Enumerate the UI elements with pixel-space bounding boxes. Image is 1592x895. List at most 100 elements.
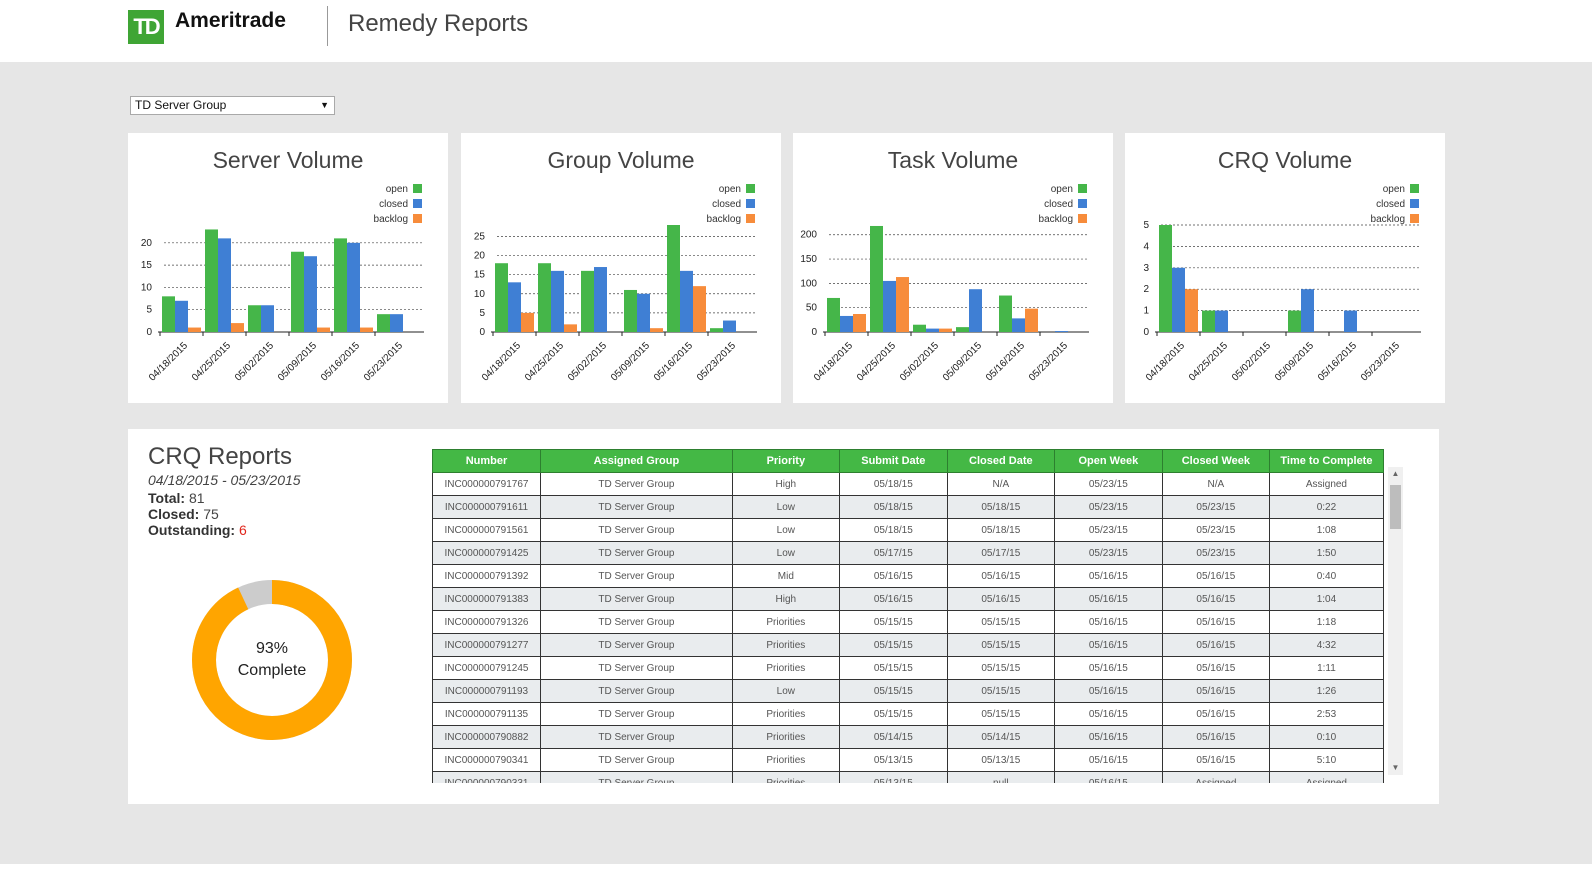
- table-row[interactable]: INC000000790341 TD Server Group Priorities…: [432, 748, 1385, 772]
- table-cell: TD Server Group: [540, 702, 733, 726]
- bar-backlog[interactable]: [1025, 308, 1038, 332]
- bar-backlog[interactable]: [1185, 289, 1198, 332]
- column-header[interactable]: Closed Date: [946, 449, 1055, 473]
- table-row[interactable]: INC000000790882 TD Server Group Priorities…: [432, 725, 1385, 749]
- bar-backlog[interactable]: [650, 328, 663, 332]
- bar-open[interactable]: [291, 251, 304, 332]
- bar-open[interactable]: [377, 314, 390, 332]
- table-cell: 05/16/15: [838, 564, 948, 588]
- bar-closed[interactable]: [551, 270, 564, 332]
- bar-closed[interactable]: [1055, 331, 1068, 332]
- table-row[interactable]: INC000000791135 TD Server Group Priorities…: [432, 702, 1385, 726]
- column-header[interactable]: Open Week: [1053, 449, 1163, 473]
- legend-label: open: [719, 184, 741, 195]
- bar-open[interactable]: [334, 238, 347, 332]
- legend-label: open: [1383, 184, 1405, 195]
- bar-backlog[interactable]: [521, 312, 534, 332]
- table-row[interactable]: INC000000790331 TD Server Group Priorities…: [432, 771, 1385, 783]
- bar-closed[interactable]: [1301, 289, 1314, 332]
- bar-closed[interactable]: [175, 300, 188, 332]
- y-tick-label: 2: [1143, 284, 1149, 295]
- column-header[interactable]: Time to Complete: [1268, 449, 1385, 473]
- bar-closed[interactable]: [1172, 267, 1185, 332]
- bar-backlog[interactable]: [231, 323, 244, 332]
- table-row[interactable]: INC000000791392 TD Server Group Mid 05/16/1…: [432, 564, 1385, 588]
- bar-closed[interactable]: [594, 267, 607, 332]
- bar-backlog[interactable]: [188, 327, 201, 332]
- column-header[interactable]: Priority: [731, 449, 840, 473]
- bar-open[interactable]: [667, 225, 680, 332]
- bar-closed[interactable]: [347, 242, 360, 332]
- bar-closed[interactable]: [390, 314, 403, 332]
- bar-open[interactable]: [710, 328, 723, 332]
- table-row[interactable]: INC000000791193 TD Server Group Low 05/15/1…: [432, 679, 1385, 703]
- table-scrollbar[interactable]: ▲ ▼: [1388, 467, 1403, 775]
- table-row[interactable]: INC000000791326 TD Server Group Priorities…: [432, 610, 1385, 634]
- column-header[interactable]: Number: [432, 449, 542, 473]
- bar-closed[interactable]: [637, 293, 650, 332]
- group-select-dropdown[interactable]: TD Server Group ▼: [130, 96, 335, 115]
- bar-closed[interactable]: [218, 238, 231, 332]
- bar-closed[interactable]: [723, 320, 736, 332]
- bar-open[interactable]: [1288, 310, 1301, 332]
- bar-closed[interactable]: [1215, 310, 1228, 332]
- legend-swatch: [413, 184, 422, 193]
- table-row[interactable]: INC000000791383 TD Server Group High 05/16/…: [432, 587, 1385, 611]
- table-cell: Priorities: [731, 610, 840, 634]
- table-row[interactable]: INC000000791425 TD Server Group Low 05/17/1…: [432, 541, 1385, 565]
- bar-open[interactable]: [999, 295, 1012, 332]
- bar-closed[interactable]: [840, 315, 853, 332]
- table-row[interactable]: INC000000791767 TD Server Group High 05/18/…: [432, 472, 1385, 496]
- y-tick-label: 200: [800, 230, 817, 241]
- bar-backlog[interactable]: [317, 327, 330, 332]
- scroll-up-arrow-icon[interactable]: ▲: [1388, 467, 1403, 481]
- y-tick-label: 50: [806, 303, 818, 314]
- bar-open[interactable]: [205, 229, 218, 332]
- bar-backlog[interactable]: [564, 324, 577, 332]
- bar-open[interactable]: [538, 263, 551, 332]
- table-row[interactable]: INC000000791245 TD Server Group Priorities…: [432, 656, 1385, 680]
- table-cell: 05/16/15: [1053, 564, 1163, 588]
- bar-closed[interactable]: [1012, 318, 1025, 332]
- legend-swatch: [1078, 184, 1087, 193]
- bar-open[interactable]: [162, 296, 175, 332]
- bar-open[interactable]: [624, 289, 637, 332]
- bar-closed[interactable]: [261, 305, 274, 332]
- bar-closed[interactable]: [304, 256, 317, 332]
- bar-closed[interactable]: [1344, 310, 1357, 332]
- bar-backlog[interactable]: [853, 314, 866, 332]
- bar-backlog[interactable]: [360, 327, 373, 332]
- bar-open[interactable]: [495, 263, 508, 332]
- bar-open[interactable]: [870, 225, 883, 332]
- crq-table-container[interactable]: Number Assigned Group Priority Submit Date C…: [432, 449, 1387, 783]
- bar-closed[interactable]: [926, 328, 939, 332]
- company-name[interactable]: Ameritrade: [175, 9, 286, 33]
- bar-open[interactable]: [1159, 225, 1172, 332]
- column-header[interactable]: Assigned Group: [540, 449, 733, 473]
- bar-open[interactable]: [956, 327, 969, 332]
- td-logo-mark[interactable]: TD: [128, 10, 164, 44]
- bar-backlog[interactable]: [939, 328, 952, 332]
- table-cell: 05/18/15: [946, 518, 1055, 542]
- table-row[interactable]: INC000000791611 TD Server Group Low 05/18/1…: [432, 495, 1385, 519]
- bar-backlog[interactable]: [896, 277, 909, 332]
- bar-closed[interactable]: [680, 270, 693, 332]
- bar-closed[interactable]: [508, 282, 521, 332]
- scroll-down-arrow-icon[interactable]: ▼: [1388, 761, 1403, 775]
- bar-backlog[interactable]: [693, 286, 706, 332]
- bar-closed[interactable]: [969, 289, 982, 332]
- bar-open[interactable]: [913, 324, 926, 332]
- bar-closed[interactable]: [883, 280, 896, 332]
- table-row[interactable]: INC000000791277 TD Server Group Priorities…: [432, 633, 1385, 657]
- bar-open[interactable]: [581, 270, 594, 332]
- scroll-thumb[interactable]: [1390, 485, 1401, 529]
- x-tick-label: 05/09/2015: [609, 340, 652, 383]
- bar-open[interactable]: [1202, 310, 1215, 332]
- column-header[interactable]: Closed Week: [1161, 449, 1270, 473]
- table-row[interactable]: INC000000791561 TD Server Group Low 05/18/1…: [432, 518, 1385, 542]
- table-cell: 1:26: [1268, 679, 1385, 703]
- y-tick-label: 0: [146, 327, 152, 338]
- column-header[interactable]: Submit Date: [838, 449, 948, 473]
- bar-open[interactable]: [827, 297, 840, 332]
- bar-open[interactable]: [248, 305, 261, 332]
